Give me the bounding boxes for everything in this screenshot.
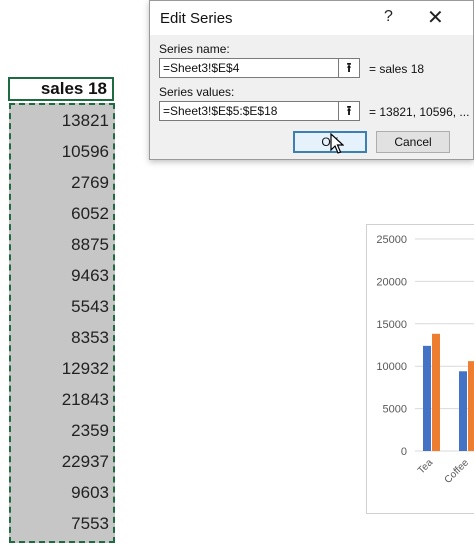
y-tick-label: 15000 <box>376 319 407 331</box>
chart-plot: 2500020000150001000050000TeaCoffeeBa <box>376 234 474 486</box>
help-icon[interactable]: ? <box>384 8 393 26</box>
data-cell[interactable]: 2359 <box>11 415 111 446</box>
dialog-title: Edit Series <box>160 10 233 27</box>
data-cell[interactable]: 5543 <box>11 291 111 322</box>
data-cell[interactable]: 9603 <box>11 477 111 508</box>
data-cell[interactable]: 8875 <box>11 229 111 260</box>
data-cell[interactable]: 8353 <box>11 322 111 353</box>
series-name-preview: = sales 18 <box>369 62 425 76</box>
cancel-button[interactable]: Cancel <box>376 131 450 153</box>
data-cell[interactable]: 7553 <box>11 508 111 539</box>
data-cell[interactable]: 9463 <box>11 260 111 291</box>
range-collapse-icon[interactable]: ⭱ <box>338 58 360 78</box>
bar[interactable] <box>459 371 467 451</box>
data-cell[interactable]: 10596 <box>11 136 111 167</box>
data-cell[interactable]: 13821 <box>11 105 111 136</box>
x-category-label: Tea <box>416 457 435 476</box>
series-name-field[interactable]: =Sheet3!$E$4 <box>159 58 339 78</box>
y-tick-label: 5000 <box>383 404 407 416</box>
data-cell[interactable]: 2769 <box>11 167 111 198</box>
bar[interactable] <box>423 345 431 451</box>
column-header-cell[interactable]: sales 18 <box>8 77 114 101</box>
range-collapse-icon[interactable]: ⭱ <box>338 101 360 121</box>
series-values-field[interactable]: =Sheet3!$E$5:$E$18 <box>159 101 339 121</box>
series-name-label: Series name: <box>159 42 230 56</box>
selected-data-range[interactable]: 13821 10596 2769 6052 8875 9463 5543 8353 12932 2… <box>9 103 115 543</box>
y-tick-label: 20000 <box>376 276 407 288</box>
edit-series-dialog: Edit Series ? ✕ Series name: =Sheet3!$E$… <box>149 0 474 160</box>
y-tick-label: 10000 <box>376 361 407 373</box>
x-category-label: Coffee <box>443 457 472 486</box>
series-values-preview: = 13821, 10596, ... <box>369 105 470 119</box>
data-cell[interactable]: 22937 <box>11 446 111 477</box>
bar[interactable] <box>432 333 440 451</box>
data-cell[interactable]: 21843 <box>11 384 111 415</box>
dialog-titlebar: Edit Series ? ✕ <box>150 1 473 35</box>
mouse-cursor-icon <box>330 133 344 154</box>
data-cell[interactable]: 6052 <box>11 198 111 229</box>
bar-chart[interactable]: 2500020000150001000050000TeaCoffeeBa <box>366 224 474 514</box>
data-cell[interactable]: 12932 <box>11 353 111 384</box>
bar[interactable] <box>468 361 474 451</box>
y-tick-label: 0 <box>401 446 407 458</box>
y-tick-label: 25000 <box>376 234 407 246</box>
close-icon[interactable]: ✕ <box>427 5 444 30</box>
series-values-label: Series values: <box>159 85 235 99</box>
